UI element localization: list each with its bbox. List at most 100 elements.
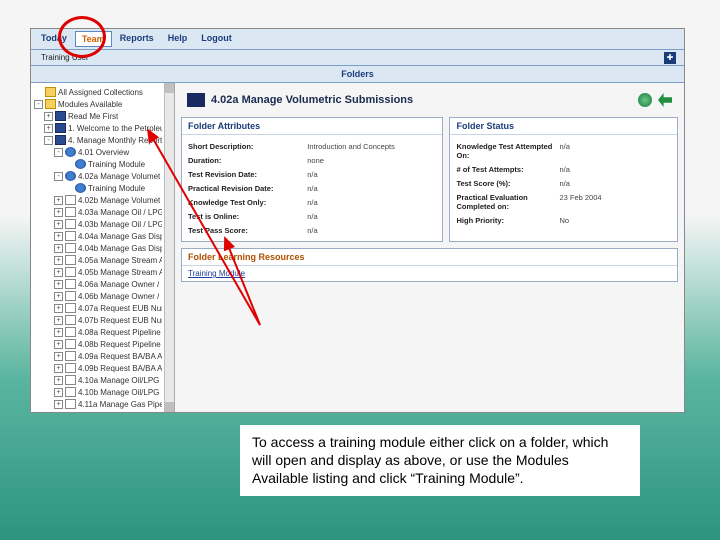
tree-item[interactable]: +4.09a Request BA/BA A (34, 350, 162, 362)
folder-status-title: Folder Status (450, 118, 677, 135)
tree-item[interactable]: +4.06b Manage Owner / (34, 290, 162, 302)
tree-label: 4. Manage Monthly Report (68, 136, 162, 145)
tree-expander[interactable]: - (54, 172, 63, 181)
tree-expander[interactable]: + (54, 340, 63, 349)
tree-label: 1. Welcome to the Petroleu (68, 124, 162, 133)
attr-key: Test is Online: (188, 212, 307, 221)
menu-help[interactable]: Help (162, 31, 194, 47)
attr-row: Test Pass Score:n/a (188, 223, 436, 237)
tree-label: 4.08a Request Pipeline (78, 328, 161, 337)
tree-label: 4.07b Request EUB Nun (78, 316, 162, 325)
tree-expander[interactable]: + (54, 352, 63, 361)
tree-item[interactable]: Training Module (34, 182, 162, 194)
attr-key: Knowledge Test Only: (188, 198, 307, 207)
tree-expander[interactable]: - (34, 100, 43, 109)
globe-icon (65, 147, 76, 157)
tree-label: 4.04b Manage Gas Disp (78, 244, 162, 253)
tree-expander[interactable]: + (54, 364, 63, 373)
tree-item[interactable]: +4.08a Request Pipeline (34, 326, 162, 338)
add-icon[interactable]: ✚ (664, 52, 676, 64)
globe-icon[interactable] (638, 93, 652, 107)
tree-label: All Assigned Collections (58, 88, 143, 97)
tree-item[interactable]: + Read Me First (34, 110, 162, 122)
menu-today[interactable]: Today (35, 31, 73, 47)
tree-expander[interactable]: + (44, 112, 53, 121)
tree-item[interactable]: +4.10b Manage Oil/LPG (34, 386, 162, 398)
menu-team[interactable]: Team (75, 31, 112, 47)
menu-reports[interactable]: Reports (114, 31, 160, 47)
tree-item[interactable]: +4.10a Manage Oil/LPG (34, 374, 162, 386)
tree-label: Training Module (88, 160, 145, 169)
tree-item[interactable]: +4.05a Manage Stream A (34, 254, 162, 266)
doc-icon (65, 279, 76, 289)
tree-item[interactable]: -Modules Available (34, 98, 162, 110)
tree-item[interactable]: +4.08b Request Pipeline (34, 338, 162, 350)
attr-value: n/a (559, 165, 671, 174)
sidebar-scrollbar[interactable] (164, 83, 174, 412)
tree-item[interactable]: +4.04b Manage Gas Disp (34, 242, 162, 254)
tree-item[interactable]: +4.07a Request EUB Nun (34, 302, 162, 314)
tree-expander[interactable]: + (54, 304, 63, 313)
tree-expander[interactable]: + (54, 292, 63, 301)
tree-item[interactable]: +4.02b Manage Volumet (34, 194, 162, 206)
tree-item[interactable]: +4.07b Request EUB Nun (34, 314, 162, 326)
tree-item[interactable]: - 4. Manage Monthly Report (34, 134, 162, 146)
tree-expander[interactable]: + (54, 376, 63, 385)
tree-expander[interactable]: + (54, 220, 63, 229)
tree-item[interactable]: +4.11a Manage Gas Pipe (34, 398, 162, 410)
attr-row: Practical Evaluation Completed on:23 Feb… (456, 190, 671, 213)
folder-y-icon (45, 99, 56, 109)
globe-icon (65, 171, 76, 181)
tree-item[interactable]: All Assigned Collections (34, 86, 162, 98)
tree-item[interactable]: +4.09b Request BA/BA A (34, 362, 162, 374)
tree-expander[interactable]: + (54, 256, 63, 265)
tree-expander[interactable]: + (54, 232, 63, 241)
attr-key: Practical Revision Date: (188, 184, 307, 193)
doc-icon (65, 255, 76, 265)
tree-expander[interactable]: + (44, 124, 53, 133)
tree-expander[interactable]: + (54, 244, 63, 253)
attr-row: Short Description:Introduction and Conce… (188, 139, 436, 153)
tree-expander[interactable]: + (54, 268, 63, 277)
attr-row: Test is Online:n/a (188, 209, 436, 223)
attr-key: Test Pass Score: (188, 226, 307, 235)
attr-value: 23 Feb 2004 (559, 193, 671, 211)
tree-item[interactable]: +4.03b Manage Oil / LPG (34, 218, 162, 230)
folder-b-icon (55, 111, 66, 121)
tree-expander[interactable]: + (54, 316, 63, 325)
tree-item[interactable]: +1. Welcome to the Petroleu (34, 122, 162, 134)
tree-item[interactable]: -4.01 Overview (34, 146, 162, 158)
tree-item[interactable]: +4.05b Manage Stream A (34, 266, 162, 278)
tree-item[interactable]: +4.03a Manage Oil / LPG (34, 206, 162, 218)
tree-item[interactable]: +4.04a Manage Gas Disp (34, 230, 162, 242)
back-icon[interactable] (658, 93, 672, 107)
tree-expander[interactable]: + (54, 280, 63, 289)
folder-b-icon (55, 135, 66, 145)
tree-expander[interactable]: + (54, 388, 63, 397)
tree-item[interactable]: -4.02a Manage Volumet (34, 170, 162, 182)
doc-icon (65, 315, 76, 325)
pane-title: 4.02a Manage Volumetric Submissions (211, 94, 413, 106)
tree-expander[interactable]: + (54, 400, 63, 409)
globe-icon (75, 159, 86, 169)
doc-icon (65, 303, 76, 313)
tree-item[interactable]: Training Module (34, 158, 162, 170)
tree-expander[interactable]: - (44, 136, 53, 145)
tree-expander[interactable]: + (54, 328, 63, 337)
tree-item[interactable]: +4.06a Manage Owner / (34, 278, 162, 290)
tree-expander[interactable]: + (54, 196, 63, 205)
doc-icon (65, 363, 76, 373)
tree-expander[interactable]: + (54, 208, 63, 217)
main-menu-bar: Today Team Reports Help Logout (31, 29, 684, 50)
folder-b-icon (55, 123, 66, 133)
doc-icon (65, 267, 76, 277)
training-user-tab[interactable]: Training User (35, 51, 95, 64)
tree-expander[interactable]: - (54, 148, 63, 157)
tree-label: Read Me First (68, 112, 118, 121)
tree-label: 4.10a Manage Oil/LPG (78, 376, 159, 385)
doc-icon (65, 207, 76, 217)
training-module-link[interactable]: Training Module (188, 269, 245, 278)
attr-value: n/a (307, 170, 436, 179)
attr-key: Duration: (188, 156, 307, 165)
menu-logout[interactable]: Logout (195, 31, 238, 47)
